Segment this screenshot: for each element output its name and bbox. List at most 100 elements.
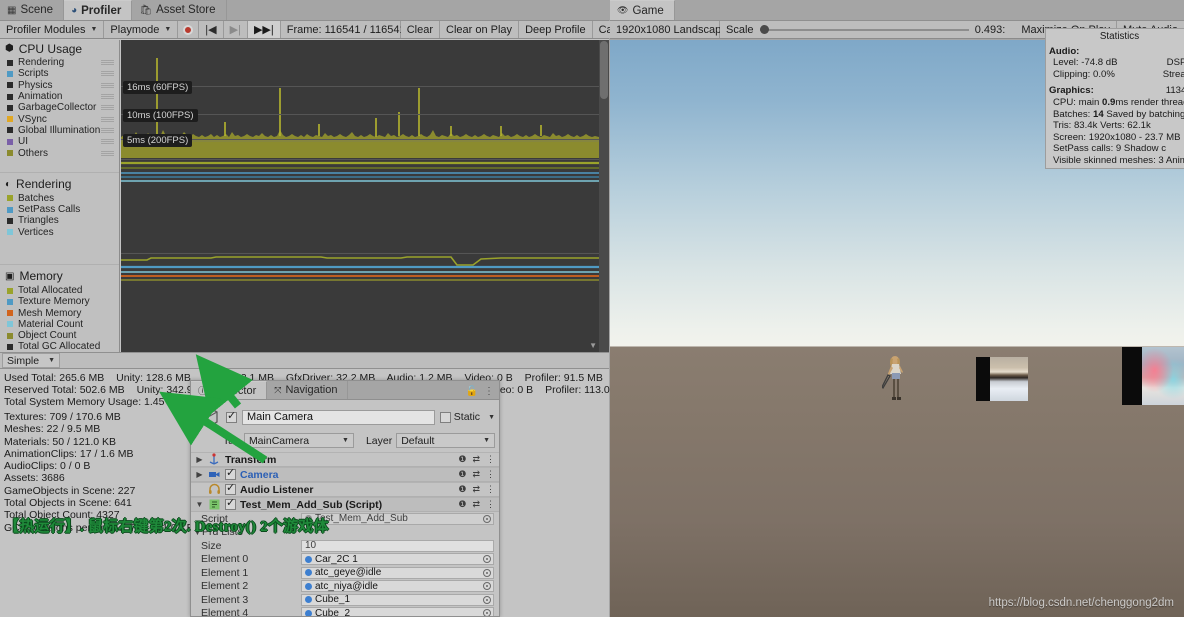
module-row-material-count[interactable]: Material Count bbox=[0, 319, 119, 330]
module-row-scripts[interactable]: Scripts bbox=[0, 68, 119, 79]
scale-slider-group[interactable]: Scale 0.493: bbox=[720, 21, 1016, 38]
component-header-transform[interactable]: ▶ Transform ❶ ⇄ ⋮ bbox=[191, 452, 499, 467]
preset-icon[interactable]: ⇄ bbox=[472, 499, 480, 510]
help-icon[interactable]: ❶ bbox=[458, 484, 466, 495]
module-row-mesh-memory[interactable]: Mesh Memory bbox=[0, 307, 119, 319]
last-frame-button[interactable]: ▶▶| bbox=[247, 21, 281, 38]
element-object-field[interactable]: Cube_2 bbox=[301, 607, 494, 616]
module-row-rendering[interactable]: Rendering bbox=[0, 57, 119, 68]
profiler-charts[interactable]: 16ms (60FPS) 10ms (100FPS) 5ms (200FPS) bbox=[121, 40, 609, 352]
static-toggle-group[interactable]: Static ▼ bbox=[439, 411, 495, 423]
kebab-menu-icon[interactable]: ⋮ bbox=[484, 386, 494, 397]
scale-slider[interactable] bbox=[759, 23, 969, 37]
component-header-camera[interactable]: ▶ Camera ❶ ⇄ ⋮ bbox=[191, 467, 499, 482]
module-row-vsync[interactable]: VSync bbox=[0, 113, 119, 125]
scale-slider-thumb[interactable] bbox=[759, 25, 769, 34]
module-row-setpass-calls[interactable]: SetPass Calls bbox=[0, 204, 119, 215]
static-checkbox[interactable] bbox=[439, 411, 451, 423]
chevron-down-icon[interactable]: ▼ bbox=[589, 341, 597, 350]
size-input[interactable]: 10 bbox=[301, 539, 494, 552]
drag-handle-icon[interactable] bbox=[101, 116, 114, 122]
module-row-others[interactable]: Others bbox=[0, 147, 119, 159]
object-picker-icon[interactable] bbox=[483, 514, 491, 523]
camera-enabled-checkbox[interactable] bbox=[225, 467, 236, 480]
drag-handle-icon[interactable] bbox=[101, 127, 114, 133]
module-row-global-illumination[interactable]: Global Illumination bbox=[0, 125, 119, 136]
drag-handle-icon[interactable] bbox=[101, 71, 114, 77]
playmode-dropdown[interactable]: Playmode ▼ bbox=[104, 21, 179, 38]
module-header-memory[interactable]: ▣ Memory bbox=[0, 268, 119, 285]
chevron-right-icon[interactable]: ▶ bbox=[195, 455, 204, 464]
chevron-down-icon[interactable]: ▼ bbox=[488, 414, 495, 421]
object-picker-icon[interactable] bbox=[483, 582, 491, 591]
kebab-menu-icon[interactable]: ⋮ bbox=[486, 499, 495, 510]
chevron-down-icon[interactable]: ▼ bbox=[195, 500, 204, 509]
module-header-cpu-usage[interactable]: ⬢ CPU Usage bbox=[0, 40, 119, 57]
property-row-element-0[interactable]: Element 0 Car_2C 1 bbox=[191, 553, 499, 567]
help-icon[interactable]: ❶ bbox=[458, 454, 466, 465]
module-row-total-allocated[interactable]: Total Allocated bbox=[0, 285, 119, 296]
tab-game[interactable]: 👁 Game bbox=[610, 0, 675, 20]
module-row-physics[interactable]: Physics bbox=[0, 80, 119, 91]
profiler-module-list[interactable]: ⬢ CPU Usage Rendering Scripts Physics An… bbox=[0, 40, 120, 352]
object-picker-icon[interactable] bbox=[483, 555, 491, 564]
chevron-right-icon[interactable]: ▶ bbox=[195, 470, 204, 479]
drag-handle-icon[interactable] bbox=[101, 150, 114, 156]
tab-inspector[interactable]: ⓘ Inspector bbox=[191, 381, 268, 399]
property-row-size[interactable]: Size 10 bbox=[191, 539, 499, 553]
drag-handle-icon[interactable] bbox=[101, 105, 114, 111]
tab-profiler[interactable]: ◕ Profiler bbox=[64, 0, 133, 20]
memory-chart[interactable]: ▼ bbox=[121, 253, 609, 352]
audio-listener-enabled-checkbox[interactable] bbox=[225, 482, 236, 495]
object-picker-icon[interactable] bbox=[483, 595, 491, 604]
preset-icon[interactable]: ⇄ bbox=[472, 484, 480, 495]
drag-handle-icon[interactable] bbox=[101, 82, 114, 88]
module-row-triangles[interactable]: Triangles bbox=[0, 215, 119, 226]
profiler-modules-dropdown[interactable]: Profiler Modules ▼ bbox=[0, 21, 105, 38]
kebab-menu-icon[interactable]: ⋮ bbox=[486, 484, 495, 495]
module-row-garbagecollector[interactable]: GarbageCollector bbox=[0, 102, 119, 113]
tab-asset-store[interactable]: 🛍 Asset Store bbox=[132, 0, 227, 20]
property-row-element-4[interactable]: Element 4 Cube_2 bbox=[191, 607, 499, 616]
profiler-chart-scrollbar[interactable] bbox=[599, 40, 609, 352]
element-object-field[interactable]: atc_geye@idle bbox=[301, 566, 494, 579]
object-picker-icon[interactable] bbox=[483, 609, 491, 616]
tab-scene[interactable]: ▦ Scene bbox=[0, 0, 65, 20]
next-frame-button[interactable]: ▶| bbox=[223, 21, 248, 38]
object-picker-icon[interactable] bbox=[483, 568, 491, 577]
module-row-total-gc-allocated[interactable]: Total GC Allocated bbox=[0, 341, 119, 352]
gameobject-name-field[interactable]: Main Camera bbox=[242, 409, 435, 425]
preset-icon[interactable]: ⇄ bbox=[472, 469, 480, 480]
element-object-field[interactable]: Car_2C 1 bbox=[301, 553, 494, 566]
tag-dropdown[interactable]: MainCamera ▼ bbox=[243, 433, 354, 448]
aspect-ratio-dropdown[interactable]: 1920x1080 Landscape (1 ▼ bbox=[610, 21, 752, 38]
prev-frame-button[interactable]: |◀ bbox=[199, 21, 224, 38]
module-row-vertices[interactable]: Vertices bbox=[0, 227, 119, 238]
component-header-test-mem-add-sub[interactable]: ▼ Test_Mem_Add_Sub (Script) ❶ ⇄ ⋮ bbox=[191, 497, 499, 512]
module-row-object-count[interactable]: Object Count bbox=[0, 330, 119, 341]
drag-handle-icon[interactable] bbox=[101, 94, 114, 100]
element-object-field[interactable]: Cube_1 bbox=[301, 593, 494, 606]
layer-dropdown[interactable]: Default ▼ bbox=[396, 433, 495, 448]
property-row-element-2[interactable]: Element 2 atc_niya@idle bbox=[191, 580, 499, 594]
clear-button[interactable]: Clear bbox=[400, 21, 441, 38]
cpu-usage-chart[interactable]: 16ms (60FPS) 10ms (100FPS) 5ms (200FPS) bbox=[121, 40, 609, 158]
tab-navigation[interactable]: ⤧ Navigation bbox=[267, 381, 349, 399]
deep-profile-button[interactable]: Deep Profile bbox=[519, 21, 593, 38]
module-row-ui[interactable]: UI bbox=[0, 136, 119, 147]
module-header-rendering[interactable]: ◐ Rendering bbox=[0, 176, 119, 193]
kebab-menu-icon[interactable]: ⋮ bbox=[486, 454, 495, 465]
property-row-element-1[interactable]: Element 1 atc_geye@idle bbox=[191, 566, 499, 580]
scrollbar-thumb[interactable] bbox=[600, 41, 608, 99]
help-icon[interactable]: ❶ bbox=[458, 469, 466, 480]
lock-icon[interactable]: 🔓 bbox=[466, 386, 478, 397]
help-icon[interactable]: ❶ bbox=[458, 499, 466, 510]
module-row-animation[interactable]: Animation bbox=[0, 91, 119, 102]
drag-handle-icon[interactable] bbox=[101, 139, 114, 145]
component-header-audio-listener[interactable]: Audio Listener ❶ ⇄ ⋮ bbox=[191, 482, 499, 497]
drag-handle-icon[interactable] bbox=[101, 60, 114, 66]
rendering-chart[interactable] bbox=[121, 159, 609, 252]
module-row-texture-memory[interactable]: Texture Memory bbox=[0, 296, 119, 307]
kebab-menu-icon[interactable]: ⋮ bbox=[486, 469, 495, 480]
element-object-field[interactable]: atc_niya@idle bbox=[301, 580, 494, 593]
